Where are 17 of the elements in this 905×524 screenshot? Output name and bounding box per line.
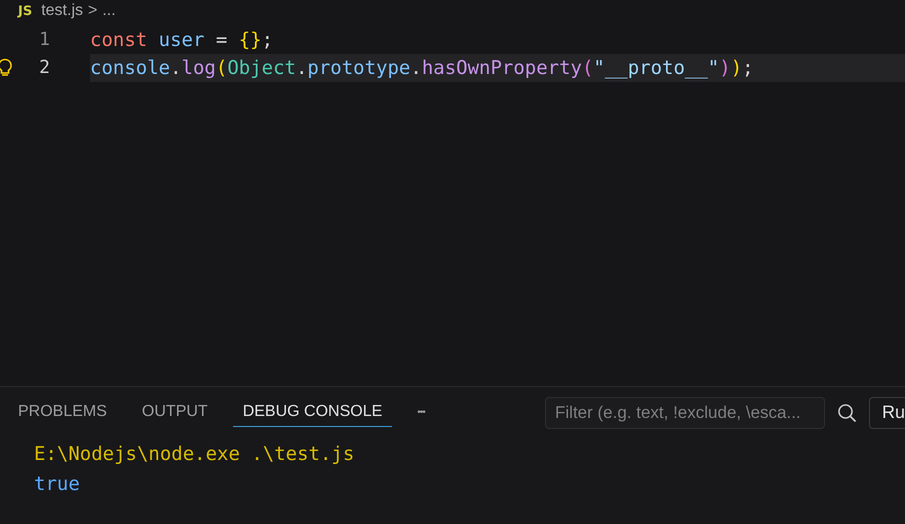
breadcrumb-file[interactable]: test.js bbox=[41, 2, 83, 20]
search-icon[interactable] bbox=[837, 403, 857, 423]
javascript-file-label: JS bbox=[18, 4, 32, 18]
line-number: 2 bbox=[38, 56, 50, 80]
panel-tab[interactable]: PROBLEMS bbox=[8, 399, 117, 427]
panel-tab[interactable]: OUTPUT bbox=[132, 399, 218, 427]
console-output-line: E:\Nodejs\node.exe .\test.js bbox=[34, 442, 356, 467]
console-output-line: true bbox=[34, 472, 81, 497]
breadcrumb-more[interactable]: ... bbox=[102, 2, 116, 20]
code-line: const user = {}; bbox=[90, 28, 274, 53]
dropdown[interactable]: Ru bbox=[869, 397, 905, 429]
more-actions-button[interactable]: ••• bbox=[407, 399, 435, 427]
breadcrumb-separator: > bbox=[88, 2, 98, 20]
filter-field[interactable]: Filter (e.g. text, !exclude, \esca... bbox=[545, 397, 825, 429]
line-number: 1 bbox=[38, 28, 50, 52]
lightbulb-icon[interactable] bbox=[0, 58, 13, 78]
panel-tab[interactable]: DEBUG CONSOLE bbox=[232, 399, 392, 427]
